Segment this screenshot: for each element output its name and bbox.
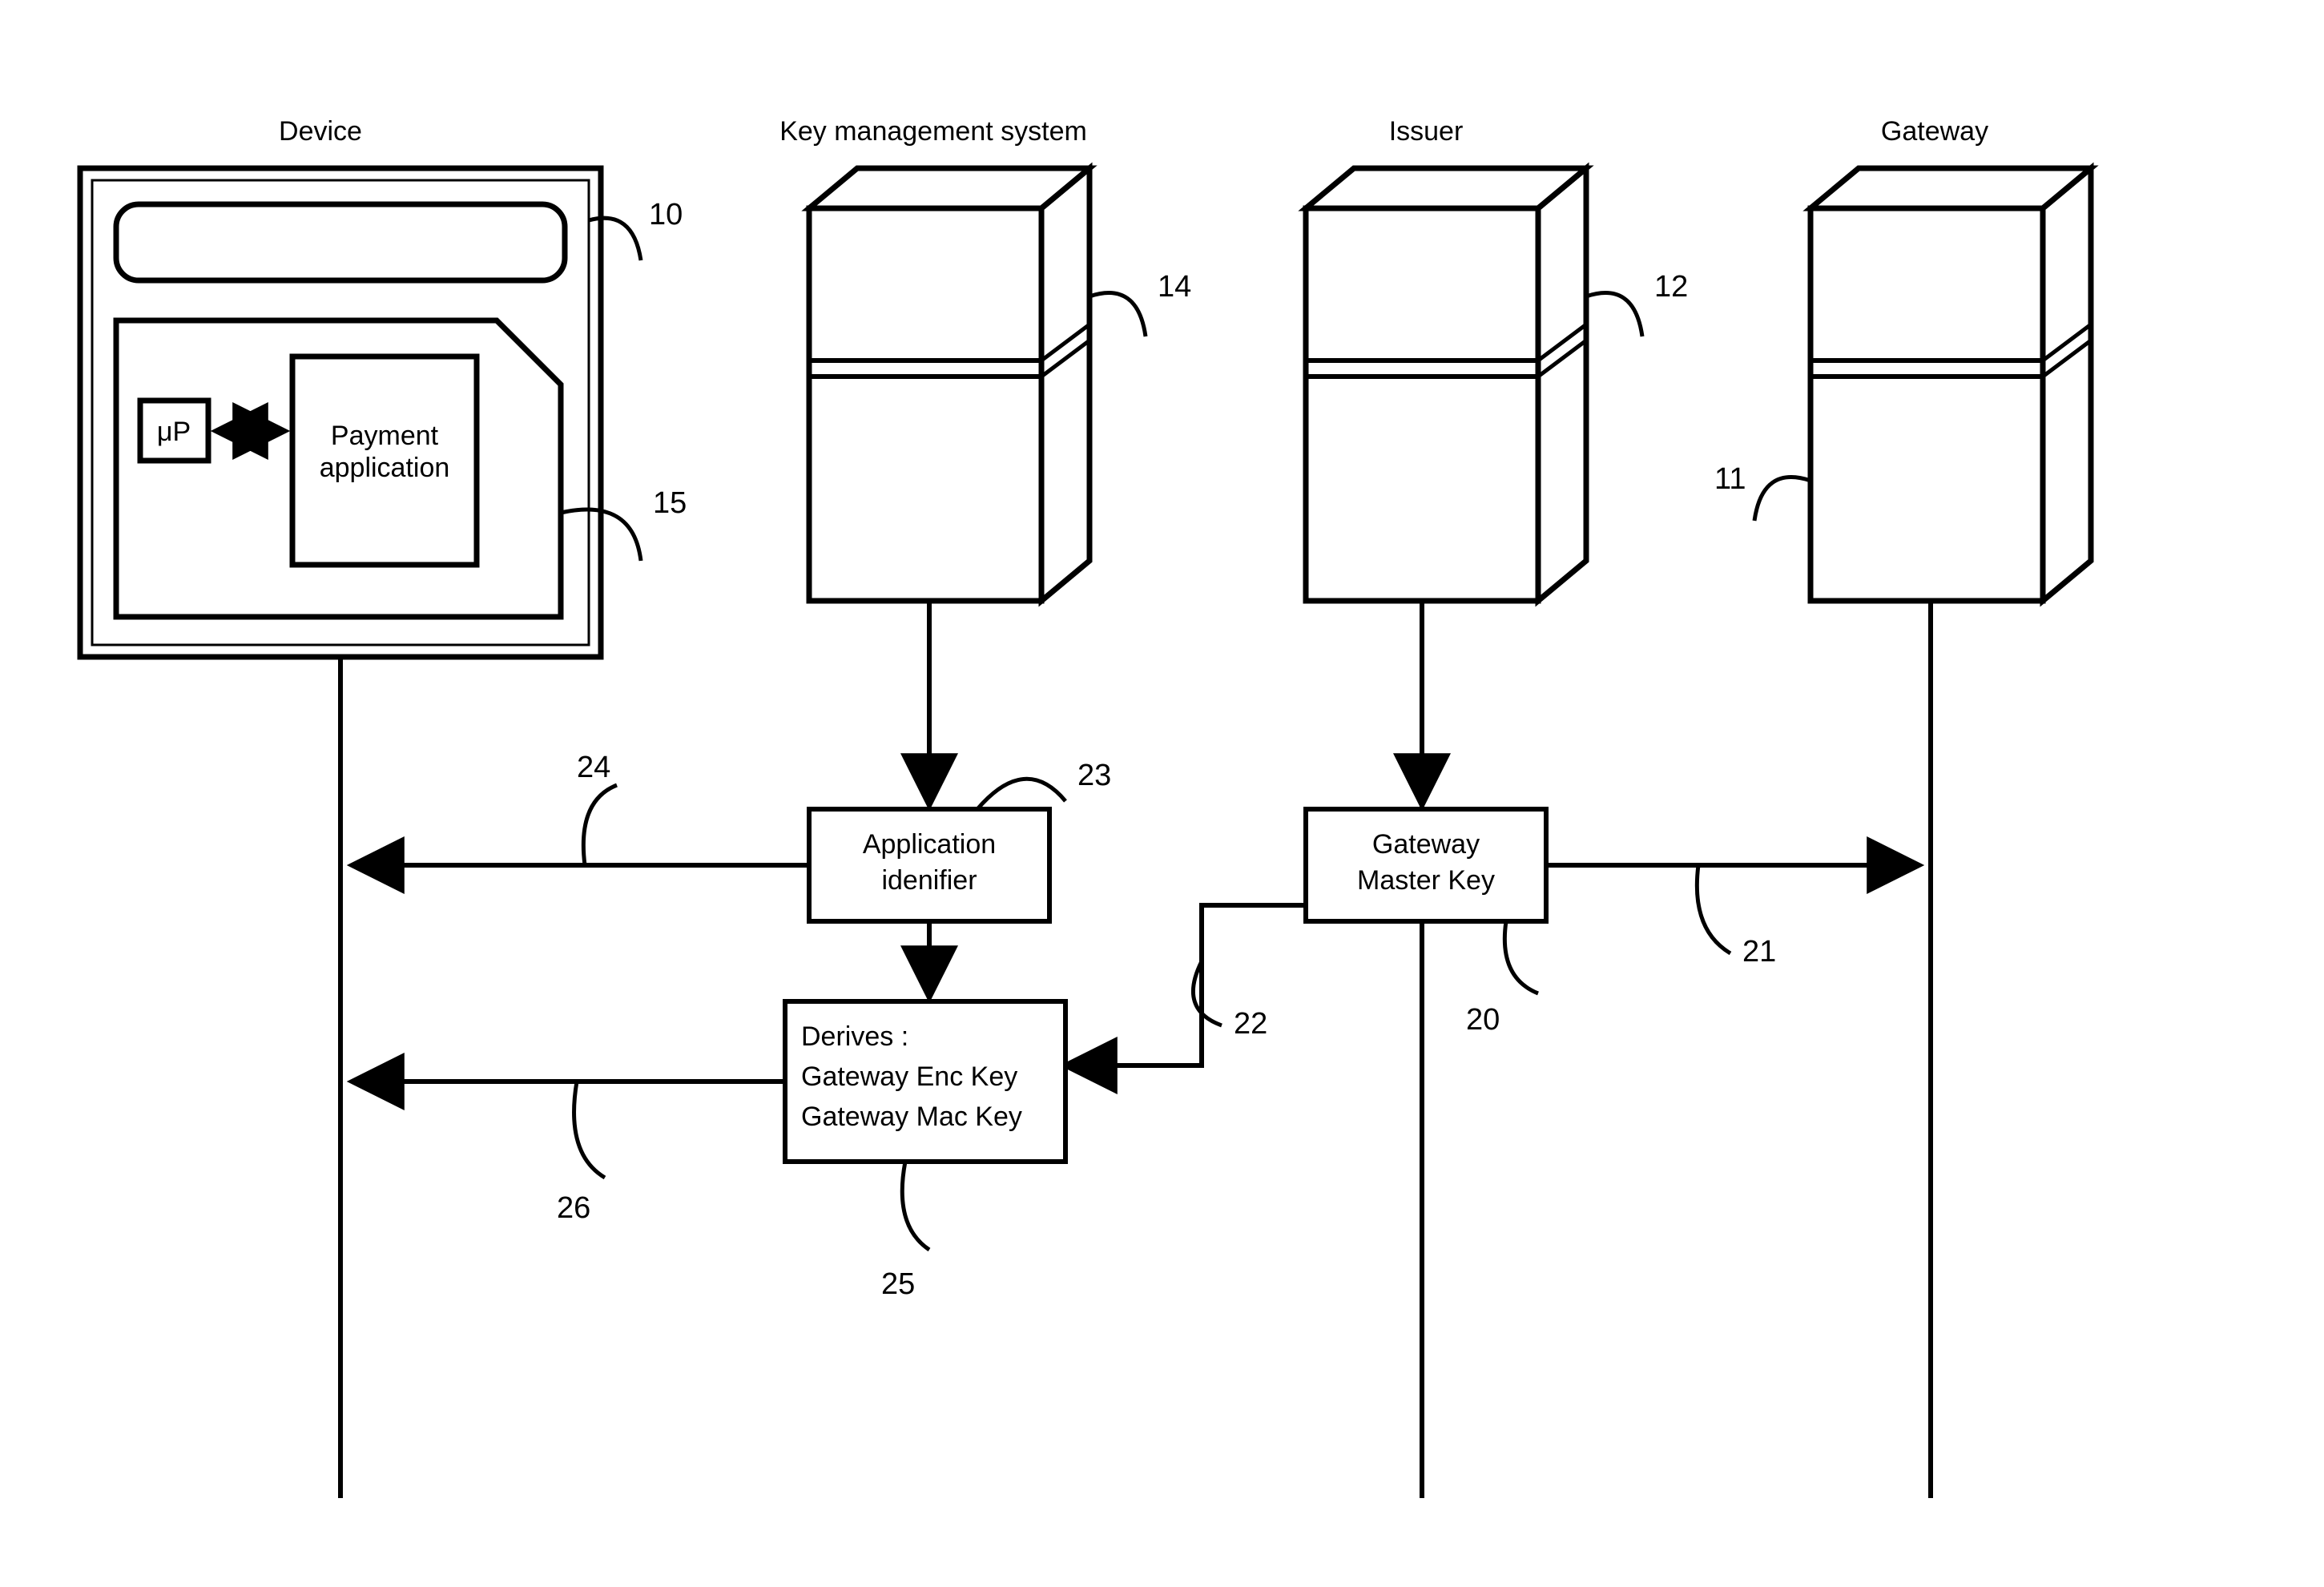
server-issuer [1306, 168, 1586, 601]
ref-11: 11 [1714, 462, 1746, 496]
leader-10 [589, 218, 641, 260]
leader-14 [1090, 293, 1146, 336]
server-kms [809, 168, 1090, 601]
ref-10: 10 [649, 198, 683, 232]
diagram-canvas: Device Key management system Issuer Gate… [0, 0, 2324, 1587]
title-device: Device [279, 116, 362, 147]
derives-l3: Gateway Mac Key [801, 1102, 1022, 1132]
device: μP Payment application [80, 168, 601, 657]
leader-22 [1193, 961, 1222, 1025]
leader-11 [1754, 477, 1810, 521]
payment-app-l1: Payment [331, 421, 439, 451]
leader-24 [583, 785, 617, 865]
title-gateway: Gateway [1881, 116, 1988, 147]
leader-20 [1504, 921, 1538, 993]
ref-26: 26 [557, 1191, 590, 1225]
ref-23: 23 [1077, 759, 1111, 792]
app-id-l1: Application [863, 829, 996, 860]
leader-21 [1697, 865, 1730, 953]
derives-l1: Derives : [801, 1021, 908, 1052]
ref-24: 24 [577, 751, 610, 784]
gmk-l2: Master Key [1357, 865, 1495, 896]
micro-p-label: μP [157, 417, 191, 447]
server-gateway [1810, 168, 2091, 601]
leader-23 [977, 779, 1065, 809]
ref-15: 15 [653, 486, 687, 520]
ref-22: 22 [1234, 1007, 1267, 1041]
ref-12: 12 [1654, 270, 1688, 304]
leader-12 [1586, 293, 1642, 336]
title-kms: Key management system [779, 116, 1087, 147]
gmk-l1: Gateway [1372, 829, 1480, 860]
ref-14: 14 [1158, 270, 1191, 304]
ref-21: 21 [1742, 935, 1776, 969]
arrow-22 [1065, 905, 1306, 1065]
ref-20: 20 [1466, 1003, 1500, 1037]
payment-app-l2: application [320, 453, 450, 483]
ref-25: 25 [881, 1267, 915, 1301]
derives-l2: Gateway Enc Key [801, 1061, 1017, 1092]
title-issuer: Issuer [1389, 116, 1464, 147]
leader-25 [902, 1162, 929, 1250]
app-id-l2: idenifier [881, 865, 977, 896]
leader-26 [574, 1081, 605, 1178]
